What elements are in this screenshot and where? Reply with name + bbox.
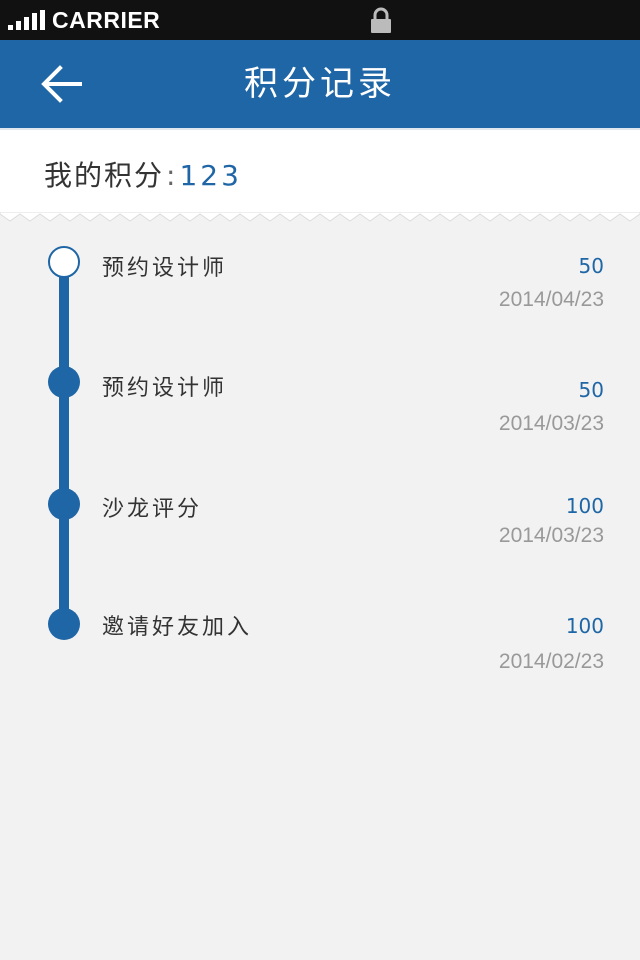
nav-bar: 积分记录: [0, 40, 640, 128]
points-summary: 我的积分:123: [0, 128, 640, 214]
list-item[interactable]: 沙龙评分 100 2014/03/23: [0, 486, 640, 576]
timeline-marker: [48, 488, 80, 520]
points-label: 我的积分: [44, 159, 165, 192]
record-points: 100: [565, 494, 604, 518]
status-bar: CARRIER: [0, 0, 640, 40]
record-points: 50: [578, 254, 604, 278]
record-title: 预约设计师: [102, 376, 228, 401]
page-title: 积分记录: [244, 64, 396, 104]
record-points: 50: [578, 378, 604, 402]
list-item[interactable]: 预约设计师 50 2014/04/23: [0, 244, 640, 334]
points-value: 123: [179, 159, 242, 192]
record-points: 100: [565, 614, 604, 638]
timeline-marker: [48, 608, 80, 640]
timeline-marker: [48, 246, 80, 278]
record-date: 2014/03/23: [498, 524, 604, 547]
arrow-left-icon: [41, 65, 82, 103]
points-label-row: 我的积分:123: [44, 154, 242, 194]
points-separator: :: [166, 159, 178, 192]
record-date: 2014/04/23: [498, 288, 604, 311]
carrier-name: CARRIER: [52, 7, 161, 33]
list-item[interactable]: 预约设计师 50 2014/03/23: [0, 366, 640, 456]
list-item[interactable]: 邀请好友加入 100 2014/02/23: [0, 604, 640, 694]
signal-bars-icon: [8, 10, 46, 30]
record-title: 预约设计师: [102, 256, 228, 281]
lock-icon: [371, 7, 391, 33]
record-date: 2014/03/23: [498, 412, 604, 435]
back-button[interactable]: [36, 60, 90, 108]
timeline-marker: [48, 366, 80, 398]
record-title: 邀请好友加入: [102, 615, 253, 640]
record-date: 2014/02/23: [498, 650, 604, 673]
zigzag-divider: [0, 212, 640, 222]
record-title: 沙龙评分: [102, 497, 203, 522]
